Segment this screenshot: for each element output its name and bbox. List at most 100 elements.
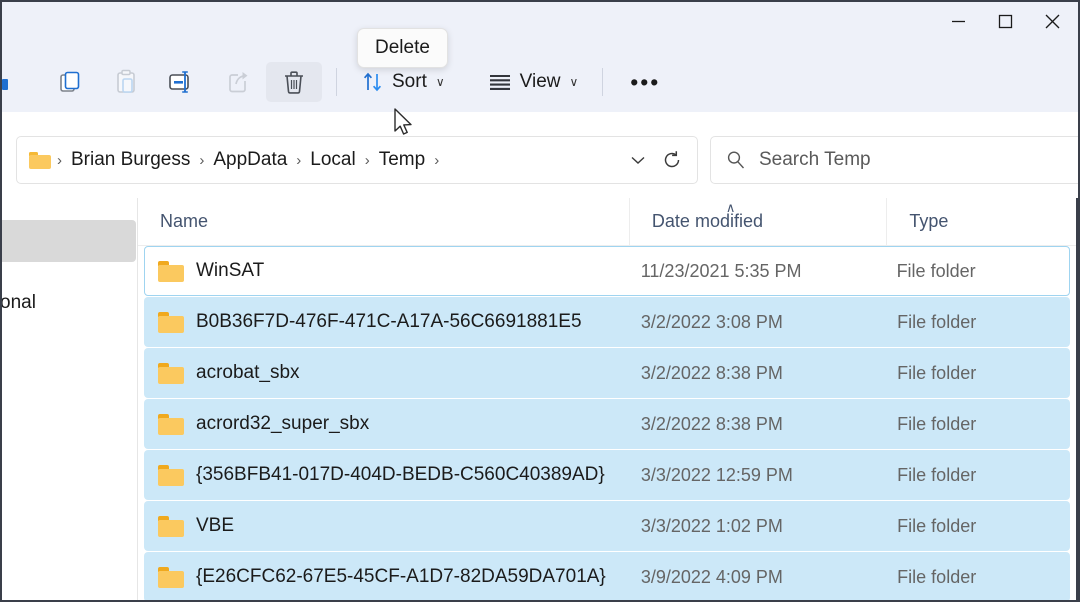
row-name-label: {356BFB41-017D-404D-BEDB-C560C40389AD}	[196, 464, 605, 485]
share-icon	[229, 72, 248, 93]
refresh-icon	[664, 151, 680, 168]
close-button[interactable]	[1029, 4, 1076, 38]
view-list-icon	[489, 74, 510, 90]
row-name-cell: {E26CFC62-67E5-45CF-A1D7-82DA59DA701A}	[144, 552, 625, 602]
row-date-cell: 3/2/2022 8:38 PM	[640, 362, 783, 383]
row-type-cell: File folder	[897, 413, 977, 434]
row-name-label: {E26CFC62-67E5-45CF-A1D7-82DA59DA701A}	[196, 566, 606, 587]
close-icon	[1045, 14, 1060, 28]
breadcrumb-separator: ›	[364, 151, 370, 169]
sidebar-selected-item[interactable]	[2, 220, 136, 262]
table-row[interactable]: acrobat_sbx 3/2/2022 8:38 PM File folder	[144, 348, 1070, 398]
row-type-cell: File folder	[897, 566, 977, 587]
row-name-label: B0B36F7D-476F-471C-A17A-56C6691881E5	[196, 311, 582, 332]
column-header-name-label: Name	[160, 211, 209, 231]
column-header-type-label: Type	[909, 211, 949, 231]
rename-icon	[169, 71, 189, 93]
column-header-name[interactable]: Name	[138, 198, 629, 246]
minimize-button[interactable]	[935, 4, 982, 38]
window-caption-controls	[935, 4, 1076, 38]
folder-icon	[158, 311, 184, 333]
file-rows: WinSAT 11/23/2021 5:35 PM File folder B0…	[138, 246, 1076, 602]
breadcrumb-separator: ›	[199, 151, 205, 169]
view-label: View	[519, 71, 561, 92]
sort-ascending-icon: ∧	[725, 199, 736, 215]
row-type-cell: File folder	[897, 515, 977, 536]
toolbar-divider-1	[336, 68, 337, 96]
row-name-cell: VBE	[144, 501, 625, 551]
row-type-cell: File folder	[896, 260, 976, 281]
delete-tooltip: Delete	[357, 28, 448, 68]
row-name-cell: acrord32_super_sbx	[144, 399, 625, 449]
copy-button[interactable]	[42, 62, 98, 102]
row-type-cell: File folder	[897, 464, 977, 485]
maximize-button[interactable]	[982, 4, 1029, 38]
view-button[interactable]: View ∨	[477, 62, 589, 102]
row-name-cell: B0B36F7D-476F-471C-A17A-56C6691881E5	[144, 297, 625, 347]
row-date-cell: 3/2/2022 3:08 PM	[640, 311, 783, 332]
command-toolbar: Sort ∨ View ∨ •••	[2, 54, 1078, 110]
table-row[interactable]: B0B36F7D-476F-471C-A17A-56C6691881E5 3/2…	[144, 297, 1070, 347]
row-date-cell: 3/2/2022 8:38 PM	[640, 413, 783, 434]
folder-icon	[158, 464, 184, 486]
folder-icon	[158, 260, 184, 282]
share-button[interactable]	[210, 62, 266, 102]
breadcrumb-separator: ›	[296, 151, 302, 169]
folder-icon	[158, 413, 184, 435]
copy-icon	[60, 71, 80, 92]
chevron-down-icon: ∨	[435, 75, 445, 89]
sort-label: Sort	[392, 71, 427, 92]
sort-button[interactable]: Sort ∨	[351, 62, 455, 102]
row-name-label: acrobat_sbx	[196, 362, 300, 383]
navigation-pane-partial: onal	[2, 198, 138, 600]
paste-button[interactable]	[98, 62, 154, 102]
row-name-label: VBE	[196, 515, 235, 536]
row-date-cell: 3/9/2022 4:09 PM	[640, 566, 783, 587]
refresh-button[interactable]	[655, 143, 689, 177]
folder-icon	[158, 515, 184, 537]
maximize-icon	[998, 14, 1013, 28]
column-header-type[interactable]: Type	[886, 197, 1076, 246]
search-placeholder: Search Temp	[759, 149, 871, 170]
row-type-cell: File folder	[897, 311, 977, 332]
row-date-cell: 11/23/2021 5:35 PM	[640, 260, 802, 281]
row-name-cell: WinSAT	[145, 247, 625, 295]
chevron-down-icon: ∨	[569, 75, 579, 89]
breadcrumb-item-temp[interactable]: Temp	[372, 145, 432, 175]
sort-icon	[363, 72, 382, 92]
table-row[interactable]: {E26CFC62-67E5-45CF-A1D7-82DA59DA701A} 3…	[144, 552, 1070, 602]
address-bar-row: › Brian Burgess › AppData › Local › Temp…	[0, 112, 1080, 198]
breadcrumb-item-user[interactable]: Brian Burgess	[64, 145, 197, 175]
window-frame-left	[0, 0, 2, 602]
table-row[interactable]: {356BFB41-017D-404D-BEDB-C560C40389AD} 3…	[144, 450, 1070, 500]
more-options-button[interactable]: •••	[617, 62, 673, 102]
folder-icon	[158, 566, 184, 588]
breadcrumb-separator: ›	[57, 151, 62, 169]
row-date-cell: 3/3/2022 12:59 PM	[640, 464, 793, 485]
paste-icon	[117, 69, 135, 93]
row-date-cell: 3/3/2022 1:02 PM	[640, 515, 783, 536]
breadcrumb-item-appdata[interactable]: AppData	[206, 145, 294, 175]
search-icon	[727, 151, 745, 169]
rename-button[interactable]	[154, 62, 210, 102]
column-header-row: Name ∧ Date modified Type	[138, 197, 1076, 246]
row-name-cell: {356BFB41-017D-404D-BEDB-C560C40389AD}	[144, 450, 625, 500]
address-history-button[interactable]	[621, 143, 655, 177]
breadcrumb-item-local[interactable]: Local	[303, 145, 362, 175]
column-header-date-modified[interactable]: ∧ Date modified	[628, 197, 886, 246]
row-name-label: acrord32_super_sbx	[196, 413, 370, 434]
delete-button[interactable]	[266, 62, 322, 102]
toolbar-divider-2	[602, 68, 604, 96]
table-row[interactable]: VBE 3/3/2022 1:02 PM File folder	[144, 501, 1070, 551]
folder-icon	[158, 362, 184, 384]
table-row[interactable]: acrord32_super_sbx 3/2/2022 8:38 PM File…	[144, 399, 1070, 449]
title-toolbar-band: Sort ∨ View ∨ ••• Delete	[0, 0, 1080, 112]
table-row[interactable]: WinSAT 11/23/2021 5:35 PM File folder	[144, 246, 1070, 296]
search-box[interactable]: Search Temp	[710, 136, 1080, 184]
ellipsis-icon: •••	[630, 68, 661, 95]
row-type-cell: File folder	[897, 362, 977, 383]
trash-icon	[285, 71, 303, 94]
address-bar[interactable]: › Brian Burgess › AppData › Local › Temp…	[16, 136, 698, 184]
row-name-cell: acrobat_sbx	[144, 348, 625, 398]
row-name-label: WinSAT	[196, 260, 265, 281]
